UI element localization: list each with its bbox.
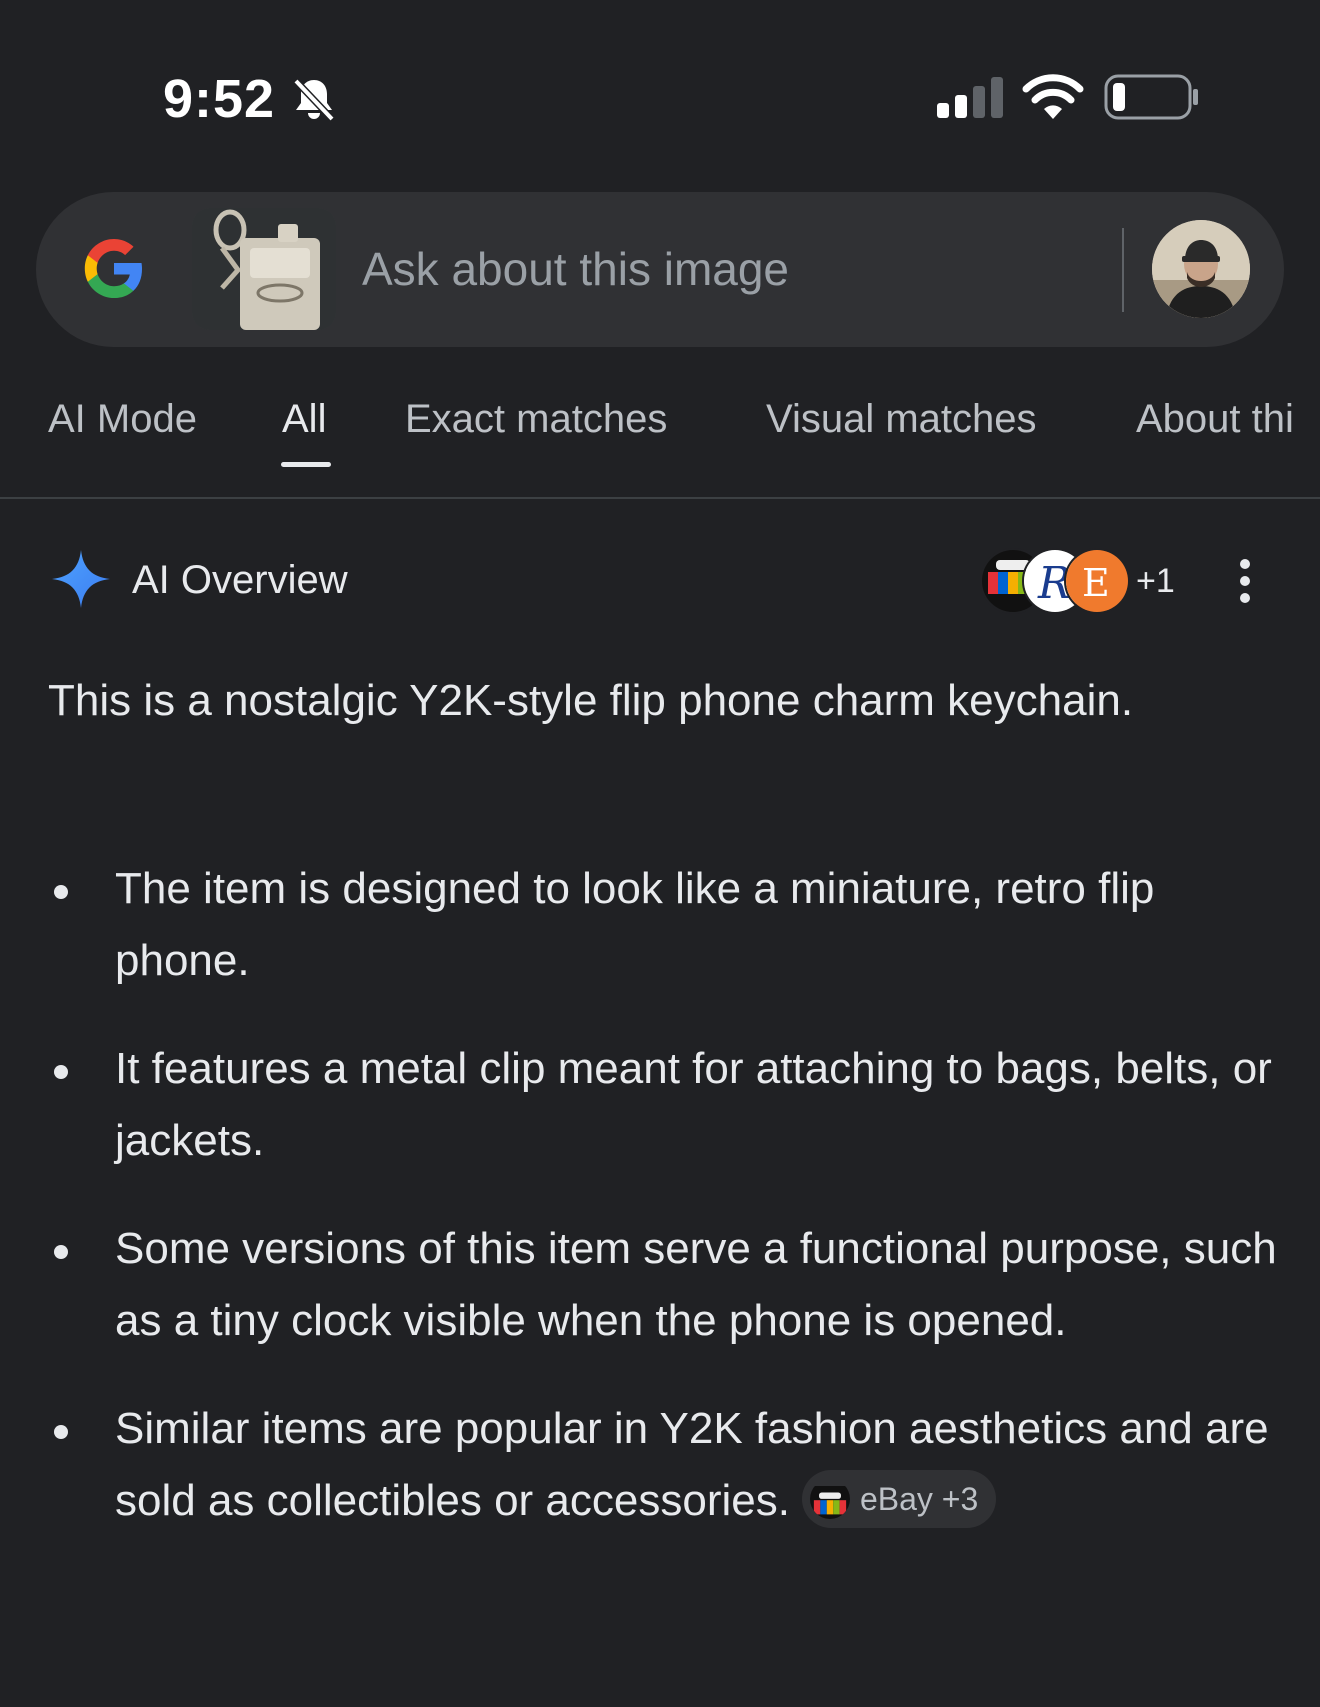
search-bar[interactable]: Ask about this image [36,192,1284,347]
bell-muted-icon [293,78,335,122]
bullet-text: It features a metal clip meant for attac… [115,1044,1272,1165]
google-logo-icon [84,239,142,298]
status-bar: 9:52 [0,0,1320,180]
status-time: 9:52 [163,69,276,129]
query-image-thumbnail[interactable] [192,208,336,330]
sparkle-icon [52,550,110,608]
flip-phone-charm-thumbnail [192,208,336,330]
bullet-text: The item is designed to look like a mini… [115,864,1155,985]
battery-icon [1104,74,1198,120]
svg-text:E: E [1082,561,1110,605]
list-item: It features a metal clip meant for attac… [48,1033,1288,1177]
profile-photo [1152,220,1250,318]
active-tab-indicator [281,462,331,467]
tab-visual-matches[interactable]: Visual matches [766,397,1037,442]
search-input[interactable]: Ask about this image [362,242,789,296]
bullet-text: Similar items are popular in Y2K fashion… [115,1404,1269,1525]
ai-overview-bullets: The item is designed to look like a mini… [48,853,1288,1573]
ebay-source-icon [809,1479,850,1520]
citation-chip[interactable]: eBay +3 [801,1470,997,1529]
more-options-icon[interactable] [1230,556,1260,606]
ai-overview-title: AI Overview [132,558,348,602]
sources-more-count[interactable]: +1 [1136,562,1175,601]
tab-all[interactable]: All [282,397,326,442]
ai-overview-header: AI Overview R E +1 [0,548,1320,618]
tab-ai-mode[interactable]: AI Mode [48,397,197,442]
tab-about-this-image[interactable]: About thi [1136,397,1294,442]
e-source-icon: E [1064,548,1130,614]
account-avatar[interactable] [1152,220,1250,318]
bullet-text: Some versions of this item serve a funct… [115,1224,1277,1345]
ai-overview-summary: This is a nostalgic Y2K-style flip phone… [48,676,1134,725]
search-divider [1122,228,1124,312]
list-item: Similar items are popular in Y2K fashion… [48,1393,1288,1537]
wifi-icon [1022,74,1084,119]
list-item: The item is designed to look like a mini… [48,853,1288,997]
cellular-signal-icon [937,77,1003,118]
tabs-divider [0,497,1320,499]
list-item: Some versions of this item serve a funct… [48,1213,1288,1357]
search-tabs: AI Mode All Exact matches Visual matches… [0,395,1320,499]
citation-chip-label: eBay +3 [859,1481,979,1518]
tab-exact-matches[interactable]: Exact matches [405,397,667,442]
